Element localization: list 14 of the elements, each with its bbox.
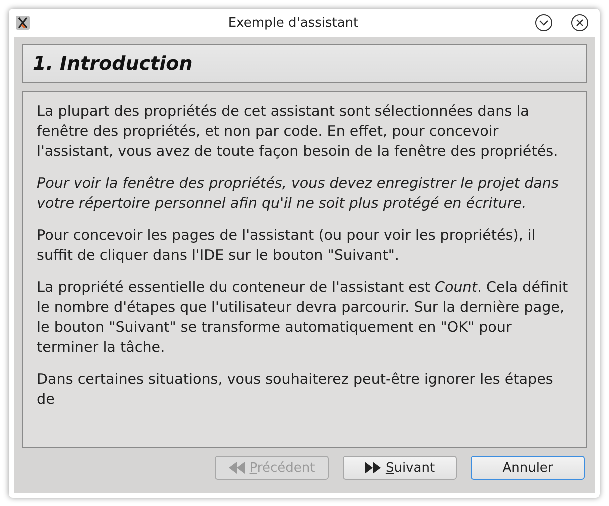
paragraph: Dans certaines situations, vous souhaiterez peut-être ignorer les étapes de: [37, 371, 554, 410]
paragraph: Pour concevoir les pages de l'assistant (ou pour voir les propriétés), il suffit de cliquer dans l'IDE sur le bouton "Suivant".: [37, 227, 537, 266]
cancel-button[interactable]: Annuler: [471, 456, 585, 480]
page-title: 1. Introduction: [33, 52, 193, 74]
rewind-icon: [228, 462, 245, 474]
close-icon[interactable]: [571, 14, 589, 32]
paragraph: Pour voir la fenêtre des propriétés, vous devez enregistrer le projet dans votre répertoire personnel afin qu'il ne soit plus protégé en écriture.: [37, 175, 560, 214]
paragraph: La plupart des propriétés de cet assistant sont sélectionnées dans la fenêtre des propriétés, et non par code. En effet, pour concevoir l'assistant, vous avez de toute façon besoin de la fenêtre des propriétés.: [37, 103, 560, 162]
next-button[interactable]: Suivant: [343, 456, 457, 480]
fast-forward-icon: [364, 462, 381, 474]
app-icon: [16, 16, 30, 30]
paragraph: La propriété essentielle du conteneur de l'assistant est Count. Cela définit le nombre d'étapes que l'utilisateur devra parcourir. Sur la dernière page, le bouton "Suivant" se transforme automatiquement en "OK" pour terminer la tâche.: [37, 279, 570, 358]
minimize-icon[interactable]: [535, 14, 553, 32]
window-title: Exemple d'assistant: [227, 16, 360, 30]
